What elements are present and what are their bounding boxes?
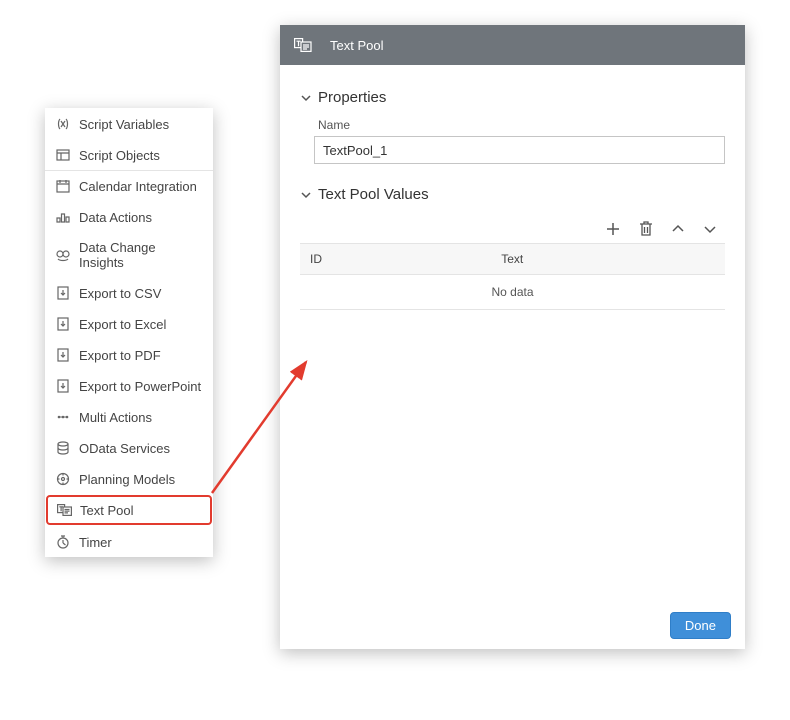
column-id: ID	[300, 244, 491, 274]
menu-item-label: Timer	[79, 535, 112, 550]
chevron-down-icon	[300, 189, 312, 201]
delete-button[interactable]	[639, 221, 653, 237]
panel-title: Text Pool	[330, 38, 383, 53]
panel-header: Text Pool	[280, 25, 745, 65]
menu-item-timer[interactable]: Timer	[45, 526, 213, 557]
menu-item-label: Export to CSV	[79, 286, 161, 301]
multi-icon	[55, 409, 71, 425]
menu-item-label: Script Objects	[79, 148, 160, 163]
data-actions-icon	[55, 209, 71, 225]
move-up-button[interactable]	[671, 221, 685, 237]
textpool-icon	[56, 502, 72, 518]
values-section-label: Text Pool Values	[318, 186, 429, 203]
properties-section-toggle[interactable]: Properties	[300, 89, 725, 106]
export-icon	[55, 347, 71, 363]
values-toolbar	[300, 215, 725, 243]
export-icon	[55, 285, 71, 301]
menu-item-export-to-powerpoint[interactable]: Export to PowerPoint	[45, 370, 213, 401]
menu-item-label: Export to Excel	[79, 317, 166, 332]
menu-item-data-actions[interactable]: Data Actions	[45, 201, 213, 232]
objects-icon	[55, 147, 71, 163]
menu-item-label: Script Variables	[79, 117, 169, 132]
column-text: Text	[491, 244, 725, 274]
values-section-toggle[interactable]: Text Pool Values	[300, 186, 725, 203]
panel-footer: Done	[280, 602, 745, 649]
name-label: Name	[318, 118, 725, 132]
menu-item-label: Data Actions	[79, 210, 152, 225]
menu-item-script-objects[interactable]: Script Objects	[45, 139, 213, 170]
panel-body: Properties Name Text Pool Values	[280, 65, 745, 602]
done-button[interactable]: Done	[670, 612, 731, 639]
menu-item-label: Export to PowerPoint	[79, 379, 201, 394]
text-pool-icon	[294, 38, 312, 52]
menu-item-odata-services[interactable]: OData Services	[45, 432, 213, 463]
menu-item-label: Calendar Integration	[79, 179, 197, 194]
menu-item-script-variables[interactable]: Script Variables	[45, 108, 213, 139]
text-pool-panel: Text Pool Properties Name Text Pool Valu…	[280, 25, 745, 649]
name-input[interactable]	[314, 136, 725, 164]
menu-item-calendar-integration[interactable]: Calendar Integration	[45, 170, 213, 201]
menu-item-label: Text Pool	[80, 503, 133, 518]
export-icon	[55, 316, 71, 332]
insights-icon	[55, 247, 71, 263]
planning-icon	[55, 471, 71, 487]
properties-section-label: Properties	[318, 89, 386, 106]
menu-item-text-pool[interactable]: Text Pool	[46, 495, 212, 525]
menu-item-label: Data Change Insights	[79, 240, 203, 270]
menu-item-label: Multi Actions	[79, 410, 152, 425]
insert-menu: Script Variables Script Objects Calendar I…	[45, 108, 213, 557]
chevron-down-icon	[300, 92, 312, 104]
table-header: ID Text	[300, 244, 725, 275]
values-table: ID Text No data	[300, 243, 725, 310]
menu-item-export-to-excel[interactable]: Export to Excel	[45, 308, 213, 339]
menu-item-label: OData Services	[79, 441, 170, 456]
export-icon	[55, 378, 71, 394]
move-down-button[interactable]	[703, 221, 717, 237]
menu-item-multi-actions[interactable]: Multi Actions	[45, 401, 213, 432]
menu-item-export-to-pdf[interactable]: Export to PDF	[45, 339, 213, 370]
variables-icon	[55, 116, 71, 132]
table-empty-message: No data	[300, 275, 725, 309]
odata-icon	[55, 440, 71, 456]
calendar-icon	[55, 178, 71, 194]
timer-icon	[55, 534, 71, 550]
menu-item-planning-models[interactable]: Planning Models	[45, 463, 213, 494]
menu-item-export-to-csv[interactable]: Export to CSV	[45, 277, 213, 308]
menu-item-label: Export to PDF	[79, 348, 161, 363]
menu-item-label: Planning Models	[79, 472, 175, 487]
menu-item-data-change-insights[interactable]: Data Change Insights	[45, 232, 213, 277]
add-button[interactable]	[605, 221, 621, 237]
